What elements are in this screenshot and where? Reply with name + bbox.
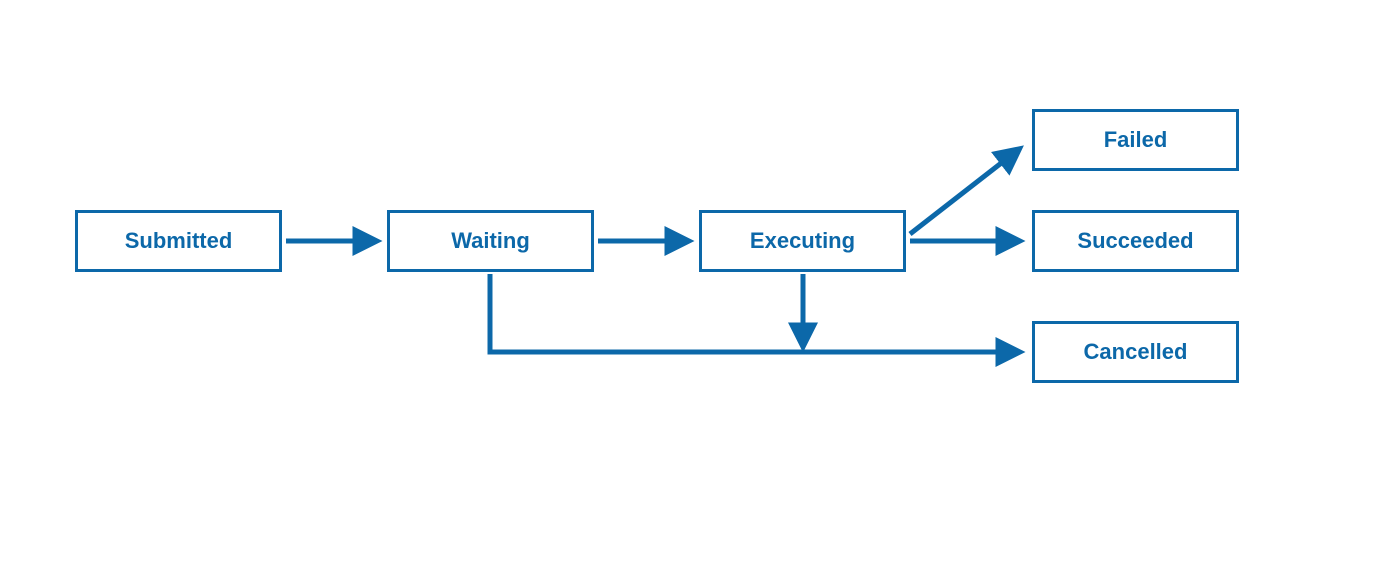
state-succeeded: Succeeded — [1032, 210, 1239, 272]
state-label: Submitted — [125, 228, 233, 254]
state-label: Succeeded — [1077, 228, 1193, 254]
transition-arrows — [0, 0, 1392, 562]
arrow-executing-failed — [910, 150, 1018, 234]
state-failed: Failed — [1032, 109, 1239, 171]
state-label: Executing — [750, 228, 855, 254]
state-label: Waiting — [451, 228, 530, 254]
state-waiting: Waiting — [387, 210, 594, 272]
state-executing: Executing — [699, 210, 906, 272]
state-submitted: Submitted — [75, 210, 282, 272]
state-label: Cancelled — [1084, 339, 1188, 365]
state-cancelled: Cancelled — [1032, 321, 1239, 383]
arrow-waiting-cancelled — [490, 274, 1018, 352]
state-label: Failed — [1104, 127, 1168, 153]
